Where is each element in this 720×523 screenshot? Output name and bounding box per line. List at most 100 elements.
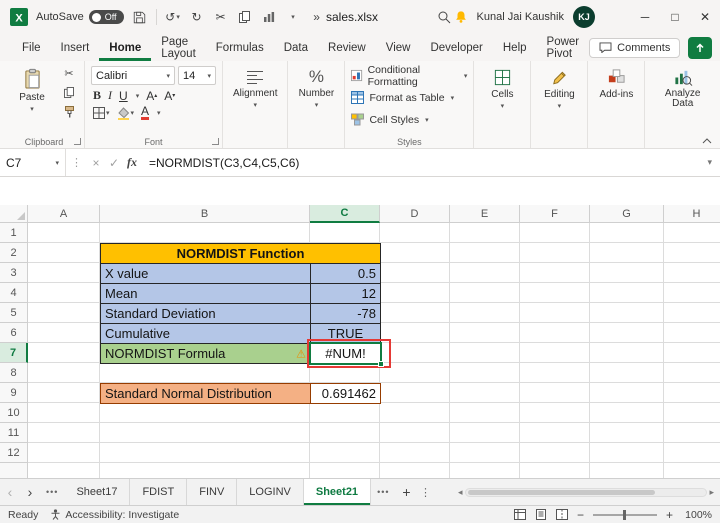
column-header-E[interactable]: E — [450, 205, 520, 223]
cell-B3[interactable]: X value — [100, 263, 311, 284]
sheet-tab-loginv[interactable]: LOGINV — [237, 479, 304, 505]
clipboard-dialog-launcher[interactable] — [74, 138, 81, 145]
new-sheet-button[interactable]: + — [396, 484, 418, 500]
increase-font-size-button[interactable]: A▴ — [146, 89, 157, 103]
horizontal-scrollbar[interactable]: ◂ ▸ — [458, 487, 714, 498]
font-size-select[interactable]: 14▾ — [178, 66, 216, 85]
notification-bell-icon[interactable] — [454, 10, 468, 24]
avatar[interactable]: KJ — [573, 6, 595, 28]
row-header-5[interactable]: 5 — [0, 303, 28, 323]
editing-button[interactable]: Editing ▾ — [537, 66, 581, 112]
cell-B9[interactable]: Standard Normal Distribution — [100, 383, 311, 404]
chart-button[interactable] — [261, 6, 277, 28]
cell-styles-button[interactable]: Cell Styles ▾ — [351, 110, 467, 129]
sheet-scroll-right-icon[interactable]: › — [20, 484, 40, 500]
error-warning-icon[interactable]: ⚠ — [296, 347, 306, 360]
tab-view[interactable]: View — [376, 34, 421, 61]
font-color-button[interactable]: A — [141, 106, 149, 120]
font-dialog-launcher[interactable] — [212, 138, 219, 145]
cancel-icon[interactable]: × — [87, 156, 105, 170]
collapse-ribbon-icon[interactable] — [702, 138, 712, 144]
font-name-select[interactable]: Calibri▾ — [91, 66, 175, 85]
formula-input[interactable]: =NORMDIST(C3,C4,C5,C6) — [141, 156, 707, 170]
autosave-pill[interactable]: Off — [89, 10, 124, 24]
excel-app-icon[interactable]: X — [10, 8, 28, 26]
name-box[interactable]: C7 ▾ — [0, 149, 66, 176]
tab-insert[interactable]: Insert — [51, 34, 100, 61]
cell-C7[interactable]: #NUM! — [310, 343, 381, 364]
scroll-left-icon[interactable]: ◂ — [458, 487, 463, 498]
scroll-right-icon[interactable]: ▸ — [709, 487, 714, 498]
page-break-preview-button[interactable] — [556, 509, 568, 520]
cell-C9[interactable]: 0.691462 — [310, 383, 381, 404]
maximize-button[interactable]: □ — [660, 0, 690, 34]
undo-button[interactable]: ↺▾ — [165, 6, 181, 28]
accessibility-status[interactable]: Accessibility: Investigate — [50, 509, 179, 521]
column-header-A[interactable]: A — [28, 205, 100, 223]
zoom-percentage[interactable]: 100% — [682, 509, 712, 521]
column-header-H[interactable]: H — [664, 205, 720, 223]
column-header-G[interactable]: G — [590, 205, 664, 223]
copy-button[interactable] — [237, 6, 253, 28]
cell-B5[interactable]: Standard Deviation — [100, 303, 311, 324]
tab-data[interactable]: Data — [274, 34, 318, 61]
row-header-1[interactable]: 1 — [0, 223, 28, 243]
formula-bar-splitter[interactable]: ⋮ — [66, 156, 87, 169]
save-button[interactable] — [132, 6, 148, 28]
number-button[interactable]: % Number ▾ — [294, 66, 338, 111]
cell-C3[interactable]: 0.5 — [310, 263, 381, 284]
sheet-tab-sheet17[interactable]: Sheet17 — [64, 479, 130, 505]
cells-button[interactable]: Cells ▾ — [480, 66, 524, 112]
bold-button[interactable]: B — [93, 88, 101, 103]
italic-button[interactable]: I — [108, 88, 112, 103]
cut-button[interactable]: ✂ — [213, 6, 229, 28]
cell-B6[interactable]: Cumulative — [100, 323, 311, 344]
zoom-in-button[interactable]: + — [666, 508, 673, 522]
row-header-9[interactable]: 9 — [0, 383, 28, 403]
tab-review[interactable]: Review — [318, 34, 376, 61]
sheet-tab-sheet21[interactable]: Sheet21 — [304, 479, 371, 505]
status-mode[interactable]: Ready — [8, 509, 38, 521]
insert-function-icon[interactable]: fx — [123, 155, 141, 170]
row-header-11[interactable]: 11 — [0, 423, 28, 443]
customize-qat-chevron-icon[interactable]: ▾ — [285, 6, 301, 28]
tab-file[interactable]: File — [12, 34, 51, 61]
close-button[interactable]: ✕ — [690, 0, 720, 34]
tab-developer[interactable]: Developer — [420, 34, 492, 61]
row-header-2[interactable]: 2 — [0, 243, 28, 263]
formula-bar-expand-icon[interactable]: ▾ — [707, 157, 720, 168]
addins-button[interactable]: Add-ins — [594, 66, 638, 102]
row-header-3[interactable]: 3 — [0, 263, 28, 283]
sheet-scroll-left-icon[interactable]: ‹ — [0, 484, 20, 500]
sheet-tab-finv[interactable]: FINV — [187, 479, 237, 505]
column-header-B[interactable]: B — [100, 205, 310, 223]
column-header-F[interactable]: F — [520, 205, 590, 223]
copy-button[interactable] — [60, 85, 78, 100]
zoom-out-button[interactable]: − — [577, 508, 584, 522]
scrollbar-thumb[interactable] — [468, 490, 656, 495]
qat-overflow-icon[interactable]: » — [309, 6, 325, 28]
row-header-7[interactable]: 7 — [0, 343, 28, 363]
borders-button[interactable]: ▾ — [93, 107, 110, 119]
tab-page-layout[interactable]: Page Layout — [151, 34, 206, 61]
zoom-slider[interactable] — [593, 514, 657, 516]
format-painter-button[interactable] — [60, 104, 78, 119]
autosave-toggle[interactable]: AutoSave Off — [36, 10, 124, 24]
row-header-4[interactable]: 4 — [0, 283, 28, 303]
tab-power-pivot[interactable]: Power Pivot — [537, 34, 590, 61]
redo-button[interactable]: ↻ — [189, 6, 205, 28]
zoom-slider-knob[interactable] — [623, 510, 626, 520]
user-name[interactable]: Kunal Jai Kaushik — [477, 11, 564, 23]
cell-B2[interactable]: NORMDIST Function — [100, 243, 381, 264]
document-title[interactable]: sales.xlsx — [326, 0, 378, 34]
analyze-data-button[interactable]: Analyze Data — [651, 66, 714, 111]
page-layout-view-button[interactable] — [535, 509, 547, 520]
select-all-corner[interactable] — [0, 205, 28, 223]
normal-view-button[interactable] — [514, 509, 526, 520]
cell-B4[interactable]: Mean — [100, 283, 311, 304]
sheet-options-icon[interactable]: ⋮ — [418, 486, 434, 499]
row-header-6[interactable]: 6 — [0, 323, 28, 343]
alignment-button[interactable]: Alignment ▾ — [229, 66, 281, 111]
tab-home[interactable]: Home — [99, 34, 151, 61]
format-as-table-button[interactable]: Format as Table ▾ — [351, 88, 467, 107]
